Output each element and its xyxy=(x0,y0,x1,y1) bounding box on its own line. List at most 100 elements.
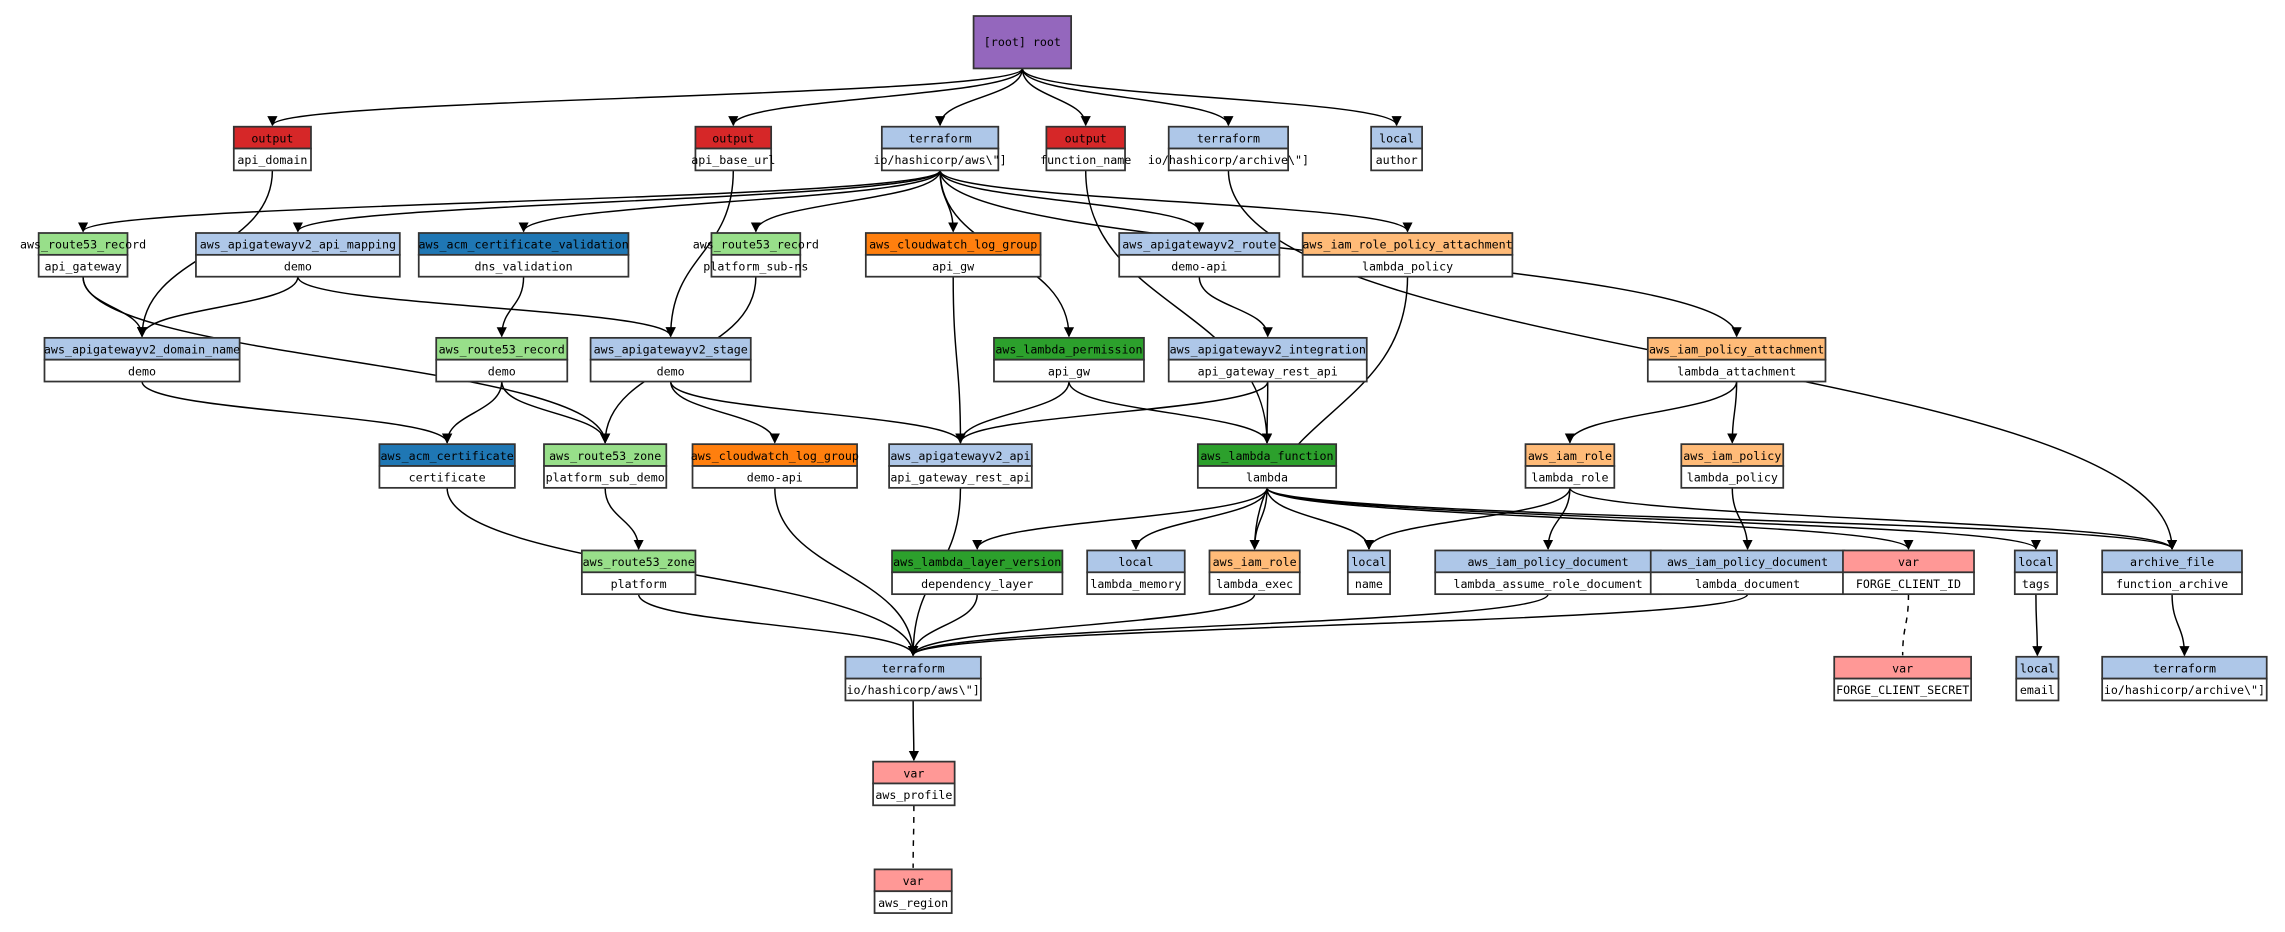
node-apigw-integration[interactable]: aws_apigatewayv2_integration api_gateway_… xyxy=(1167,336,1368,383)
node-type: aws_lambda_permission xyxy=(995,343,1142,357)
node-local-email[interactable]: local email xyxy=(2015,655,2060,702)
node-tf-aws[interactable]: terraform io/hashicorp/aws\"] xyxy=(844,655,982,702)
node-type: output xyxy=(251,131,293,145)
edge-tf-aws-top-to-iam-rpa xyxy=(939,170,1413,233)
node-lambda-fn[interactable]: aws_lambda_functionlambda xyxy=(1196,443,1338,489)
node-name: aws_region xyxy=(878,896,948,910)
node-acm-cert[interactable]: aws_acm_certificate certificate xyxy=(378,443,516,489)
node-acm-validation[interactable]: aws_acm_certificate_validation dns_valida… xyxy=(417,232,630,278)
node-type: var xyxy=(1892,661,1913,675)
edge-r53zone-platform-to-tf-aws xyxy=(637,593,919,657)
node-layer[interactable]: aws_lambda_layer_version dependency_layer xyxy=(891,549,1064,596)
node-name: lambda_exec xyxy=(1216,577,1293,591)
node-r53rec-demo[interactable]: aws_route53_recorddemo xyxy=(435,336,569,383)
node-r53rec-platform-sub-ns[interactable]: aws_route53_record platform_sub-ns xyxy=(693,232,819,278)
edge-cw-api-gw-to-apigw-api xyxy=(952,276,966,444)
node-name: email xyxy=(2020,683,2055,697)
edge-domain-name-to-acm-cert xyxy=(141,381,453,444)
edge-lambda-fn-to-layer xyxy=(972,487,1268,551)
node-name: io/hashicorp/archive\"] xyxy=(2104,683,2265,697)
node-local-lambda-memory[interactable]: local lambda_memory xyxy=(1086,549,1186,596)
node-name: api_domain xyxy=(237,153,307,167)
node-type: aws_acm_certificate xyxy=(381,449,514,463)
node-iam-role-exec[interactable]: aws_iam_role lambda_exec xyxy=(1208,549,1301,596)
edge-r53rec-demo-to-r53zone-psd xyxy=(501,381,611,444)
edge-r53rec-demo-to-acm-cert xyxy=(442,381,503,444)
node-local-author[interactable]: local author xyxy=(1370,125,1423,172)
edge-iam-role-lambda-role-to-archive-file xyxy=(1569,487,2177,551)
node-name: lambda_policy xyxy=(1687,471,1778,485)
node-api-mapping[interactable]: aws_apigatewayv2_api_mappingdemo xyxy=(195,232,401,278)
edge-root-to-out-api-domain xyxy=(267,67,1024,127)
node-type: aws_route53_record xyxy=(439,343,565,357)
node-type: aws_iam_policy_attachment xyxy=(1649,343,1824,357)
node-name: io/hashicorp/archive\"] xyxy=(1148,153,1309,167)
node-type: aws_lambda_layer_version xyxy=(893,555,1061,569)
node-var-aws-region[interactable]: var aws_region xyxy=(873,868,953,914)
edge-root-to-out-function-name xyxy=(1021,68,1091,127)
node-type: local xyxy=(1351,555,1386,569)
node-doc-assume[interactable]: aws_iam_policy_document lambda_assume_rol… xyxy=(1434,549,1662,596)
node-var-aws-profile[interactable]: var aws_profile xyxy=(872,760,956,807)
node-r53zone-platform[interactable]: aws_route53_zone platform xyxy=(580,549,697,596)
node-name: tags xyxy=(2022,577,2050,591)
node-tf-archive[interactable]: terraform io/hashicorp/archive\"] xyxy=(2101,655,2268,702)
edge-iam-pa-to-iam-role-lambda-role xyxy=(1564,381,1738,444)
edge-r53zone-psd-to-r53zone-platform xyxy=(604,487,644,551)
node-domain-name[interactable]: aws_apigatewayv2_domain_namedemo xyxy=(43,336,241,383)
node-name: demo xyxy=(284,259,312,273)
node-var-client-id[interactable]: var FORGE_CLIENT_ID xyxy=(1842,549,1975,596)
edge-lambda-perm-to-lambda-fn xyxy=(1068,381,1273,444)
edge-iam-pa-to-iam-policy xyxy=(1727,381,1738,444)
node-cw-demo-api[interactable]: aws_cloudwatch_log_group demo-api xyxy=(691,443,859,489)
node-type: var xyxy=(903,766,924,780)
node-out-api-base-url[interactable]: output api_base_url xyxy=(691,125,775,172)
node-name: function_name xyxy=(1040,153,1131,167)
node-iam-rpa[interactable]: aws_iam_role_policy_attachment lambda_pol… xyxy=(1301,232,1514,278)
edge-tf-aws-top-to-r53rec-api-gateway xyxy=(78,169,941,233)
edge-doc-lambda-to-tf-aws xyxy=(908,593,1749,657)
node-type: aws_route53_record xyxy=(20,238,146,252)
node-root[interactable]: [root] root xyxy=(972,15,1073,70)
node-name: name xyxy=(1355,577,1383,591)
node-tf-archive-top[interactable]: terraform io/hashicorp/archive\"] xyxy=(1148,125,1309,172)
node-apigw-route[interactable]: aws_apigatewayv2_route demo-api xyxy=(1118,232,1281,278)
edge-apigw-stage-to-cw-demo-api xyxy=(669,381,780,444)
edge-lambda-fn-to-local-tags xyxy=(1266,487,2041,551)
node-iam-pa[interactable]: aws_iam_policy_attachment lambda_attachme… xyxy=(1646,336,1827,383)
node-type: terraform xyxy=(909,131,972,145)
node-name: io/hashicorp/aws\"] xyxy=(847,683,980,697)
node-type: output xyxy=(712,131,754,145)
node-type: local xyxy=(2018,555,2053,569)
node-type: terraform xyxy=(882,661,945,675)
node-cw-api-gw[interactable]: aws_cloudwatch_log_group api_gw xyxy=(864,232,1042,278)
node-name: function_archive xyxy=(2116,577,2228,591)
node-type: archive_file xyxy=(2130,555,2214,569)
node-local-name[interactable]: local name xyxy=(1346,549,1391,596)
node-var-client-secret[interactable]: var FORGE_CLIENT_SECRET xyxy=(1833,655,1972,702)
node-name: lambda_document xyxy=(1695,577,1800,591)
edge-lambda-fn-to-local-lambda-memory xyxy=(1130,487,1268,551)
node-type: aws_iam_role xyxy=(1528,449,1612,463)
node-iam-role-lambda-role[interactable]: aws_iam_role lambda_role xyxy=(1524,443,1616,489)
node-out-api-domain[interactable]: output api_domain xyxy=(232,125,312,172)
node-r53rec-api-gateway[interactable]: aws_route53_record api_gateway xyxy=(20,232,146,278)
node-name: lambda_attachment xyxy=(1677,364,1796,378)
node-out-function-name[interactable]: output function_name xyxy=(1040,125,1131,172)
node-local-tags[interactable]: local tags xyxy=(2013,549,2058,596)
node-type: terraform xyxy=(1197,131,1260,145)
edge-iam-policy-to-doc-lambda xyxy=(1731,487,1753,551)
node-name: aws_profile xyxy=(875,788,952,802)
node-iam-policy[interactable]: aws_iam_policy lambda_policy xyxy=(1680,443,1785,489)
node-name: dns_validation xyxy=(475,259,573,273)
edge-archive-file-to-tf-archive xyxy=(2171,594,2190,657)
node-name: api_gw xyxy=(932,259,975,273)
node-lambda-perm[interactable]: aws_lambda_permission api_gw xyxy=(993,336,1145,383)
node-apigw-api[interactable]: aws_apigatewayv2_api api_gateway_rest_api xyxy=(888,443,1033,489)
node-r53zone-psd[interactable]: aws_route53_zone platform_sub_demo xyxy=(543,443,668,489)
node-tf-aws-top[interactable]: terraform io/hashicorp/aws\"] xyxy=(873,125,1007,172)
node-apigw-stage[interactable]: aws_apigatewayv2_stagedemo xyxy=(589,336,752,383)
node-archive-file[interactable]: archive_file function_archive xyxy=(2101,549,2243,596)
edge-apigw-integration-to-lambda-fn xyxy=(1261,381,1273,444)
node-doc-lambda[interactable]: aws_iam_policy_document lambda_document xyxy=(1649,549,1846,596)
